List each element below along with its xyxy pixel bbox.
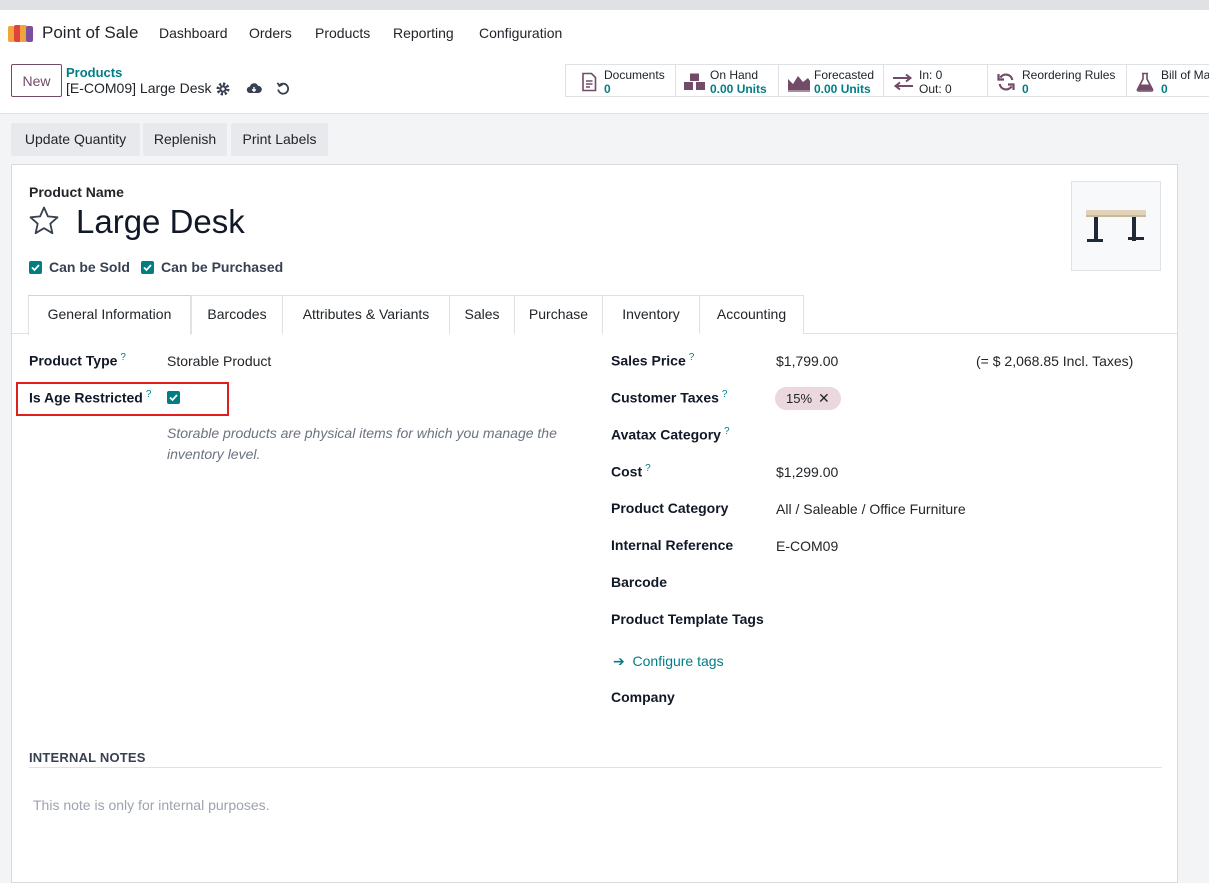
replenish-button[interactable]: Replenish xyxy=(143,123,227,156)
tab-inventory[interactable]: Inventory xyxy=(602,295,700,334)
product-category-label: Product Category xyxy=(611,500,729,516)
top-navbar: Point of Sale Dashboard Orders Products … xyxy=(0,10,1209,56)
smart-bill-of-materials[interactable]: Bill of Ma 0 xyxy=(1126,64,1209,97)
can-be-sold-checkbox[interactable] xyxy=(29,261,42,274)
tab-general-information[interactable]: General Information xyxy=(28,295,191,335)
can-be-sold-label: Can be Sold xyxy=(49,259,130,275)
company-label: Company xyxy=(611,689,675,705)
menu-orders[interactable]: Orders xyxy=(249,25,292,41)
breadcrumb-current: [E-COM09] Large Desk xyxy=(66,80,212,96)
help-tooltip-icon[interactable]: ? xyxy=(120,352,126,363)
print-labels-button[interactable]: Print Labels xyxy=(231,123,328,156)
configure-tags-link[interactable]: ➔ Configure tags xyxy=(613,653,724,670)
tab-barcodes[interactable]: Barcodes xyxy=(191,295,283,334)
product-type-label: Product Type? xyxy=(29,352,126,369)
product-name-label: Product Name xyxy=(29,184,124,200)
menu-reporting[interactable]: Reporting xyxy=(393,25,454,41)
product-type-select[interactable]: Storable Product xyxy=(167,353,271,369)
help-tooltip-icon[interactable]: ? xyxy=(722,389,728,400)
internal-reference-input[interactable]: E-COM09 xyxy=(776,538,838,554)
notebook-tabs: General Information Barcodes Attributes … xyxy=(12,295,1177,335)
help-tooltip-icon[interactable]: ? xyxy=(645,463,651,474)
menu-dashboard[interactable]: Dashboard xyxy=(159,25,228,41)
update-quantity-button[interactable]: Update Quantity xyxy=(11,123,140,156)
exchange-icon xyxy=(893,73,913,91)
arrow-right-icon: ➔ xyxy=(613,653,625,669)
barcode-label: Barcode xyxy=(611,574,668,590)
smart-reordering-rules[interactable]: Reordering Rules 0 xyxy=(987,64,1127,97)
smart-documents[interactable]: Documents 0 xyxy=(565,64,676,97)
gear-icon[interactable] xyxy=(215,81,231,97)
tab-accounting[interactable]: Accounting xyxy=(699,295,804,334)
price-incl-taxes: (= $ 2,068.85 Incl. Taxes) xyxy=(976,353,1134,369)
sales-price-input[interactable]: $1,799.00 xyxy=(776,353,838,369)
tab-attributes-variants[interactable]: Attributes & Variants xyxy=(282,295,450,334)
document-icon xyxy=(582,72,597,92)
menu-configuration[interactable]: Configuration xyxy=(479,25,562,41)
cost-label: Cost? xyxy=(611,463,651,480)
avatax-category-label: Avatax Category? xyxy=(611,426,730,443)
flask-icon xyxy=(1136,72,1154,92)
internal-reference-label: Internal Reference xyxy=(611,537,734,553)
smart-in-out[interactable]: In: 0 Out: 0 xyxy=(883,64,988,97)
form-sheet: Product Name Large Desk Can be Sold Can … xyxy=(11,164,1178,883)
can-be-purchased-label: Can be Purchased xyxy=(161,259,284,275)
can-be-purchased-checkbox[interactable] xyxy=(141,261,154,274)
help-tooltip-icon[interactable]: ? xyxy=(724,426,730,437)
notes-divider xyxy=(29,767,1162,768)
help-tooltip-icon[interactable]: ? xyxy=(689,352,695,363)
tab-sales[interactable]: Sales xyxy=(449,295,515,334)
browser-top-strip xyxy=(0,0,1209,10)
help-tooltip-icon[interactable]: ? xyxy=(146,389,152,400)
product-image[interactable] xyxy=(1071,181,1161,271)
app-name[interactable]: Point of Sale xyxy=(42,23,138,43)
refresh-icon xyxy=(997,73,1015,91)
area-chart-icon xyxy=(788,76,810,92)
customer-taxes-label: Customer Taxes? xyxy=(611,389,728,406)
product-name-input[interactable]: Large Desk xyxy=(76,203,245,241)
favorite-star-icon[interactable] xyxy=(28,205,60,237)
sales-price-label: Sales Price? xyxy=(611,352,695,369)
cost-input[interactable]: $1,299.00 xyxy=(776,464,838,480)
internal-notes-input[interactable]: This note is only for internal purposes. xyxy=(33,797,270,813)
product-category-select[interactable]: All / Saleable / Office Furniture xyxy=(776,501,966,517)
smart-forecasted[interactable]: Forecasted 0.00 Units xyxy=(778,64,884,97)
breadcrumb-products[interactable]: Products xyxy=(66,65,122,80)
age-restricted-label: Is Age Restricted? xyxy=(29,389,152,406)
new-button[interactable]: New xyxy=(11,64,62,97)
tax-tag[interactable]: 15% ✕ xyxy=(775,387,841,410)
cubes-icon xyxy=(684,73,705,90)
menu-products[interactable]: Products xyxy=(315,25,370,41)
product-type-help-text: Storable products are physical items for… xyxy=(167,425,557,462)
cloud-save-icon[interactable] xyxy=(246,80,262,96)
discard-undo-icon[interactable] xyxy=(275,80,291,96)
smart-on-hand[interactable]: On Hand 0.00 Units xyxy=(675,64,779,97)
tab-purchase[interactable]: Purchase xyxy=(514,295,603,334)
remove-tag-icon[interactable]: ✕ xyxy=(818,390,830,406)
age-restricted-checkbox[interactable] xyxy=(167,391,180,404)
internal-notes-title: INTERNAL NOTES xyxy=(29,750,146,765)
product-template-tags-label: Product Template Tags xyxy=(611,611,764,627)
desk-image xyxy=(1086,210,1146,242)
pos-app-icon[interactable] xyxy=(8,24,34,42)
